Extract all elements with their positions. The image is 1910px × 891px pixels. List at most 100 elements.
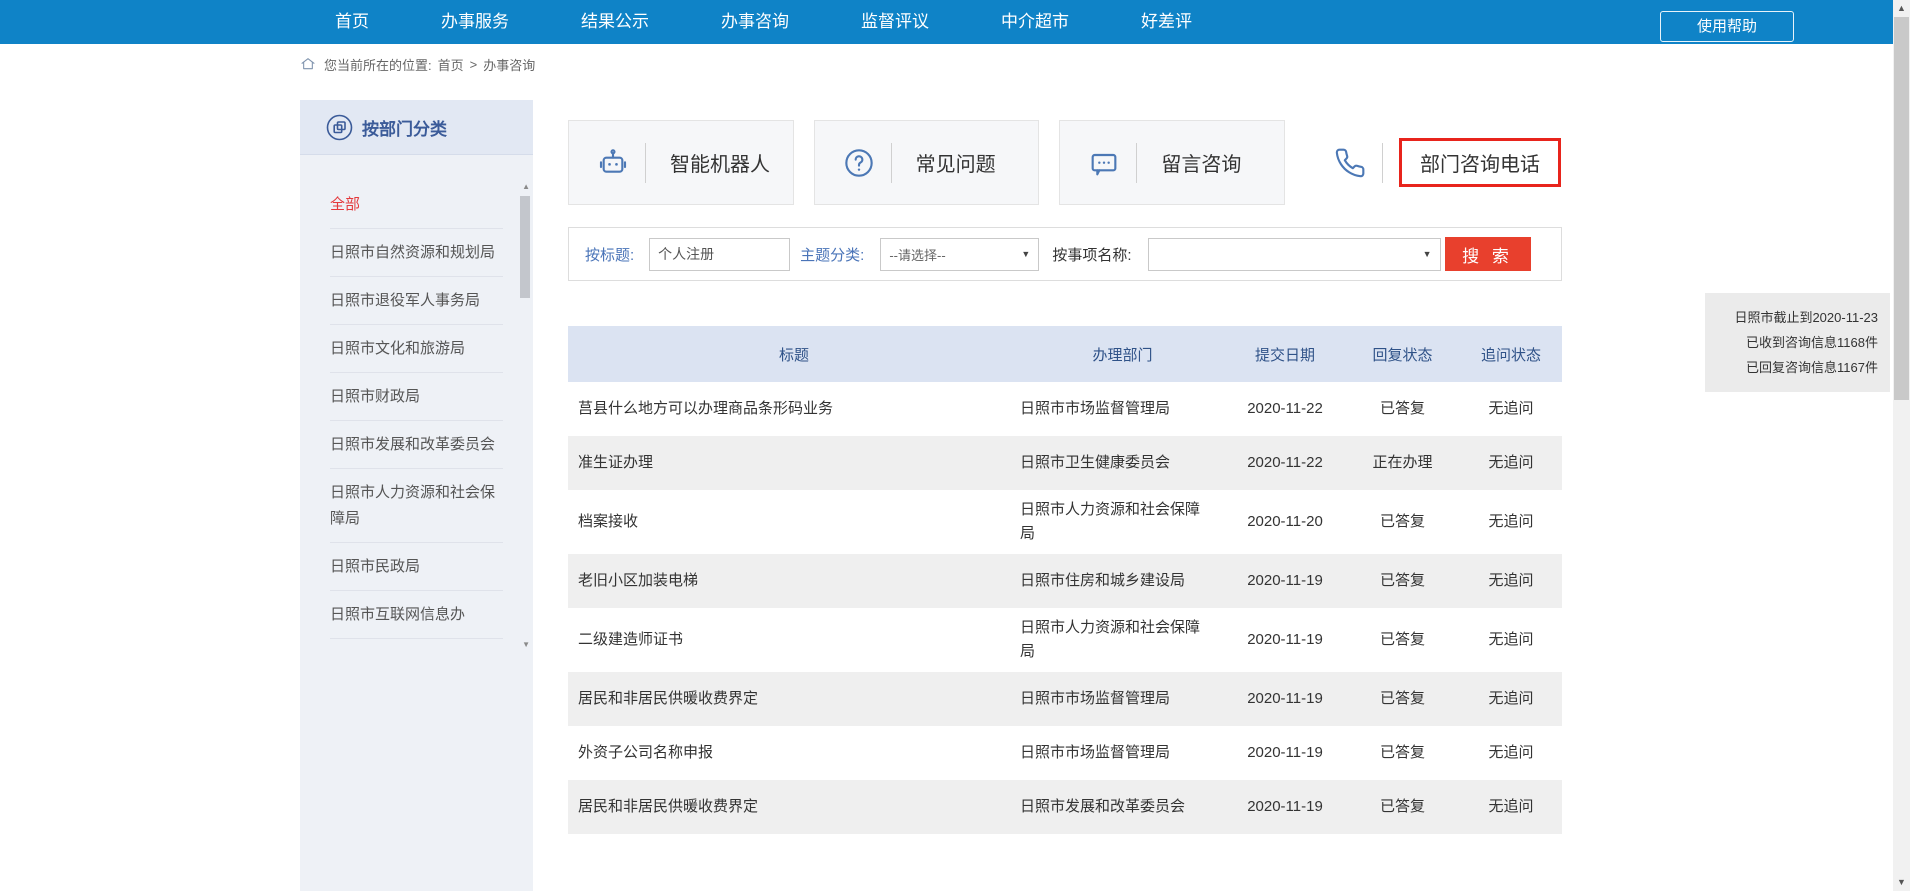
row-followup-status: 无追问 bbox=[1460, 554, 1562, 608]
sidebar-header: 按部门分类 bbox=[300, 100, 533, 155]
scroll-up-icon[interactable]: ▲ bbox=[1893, 0, 1910, 17]
search-button[interactable]: 搜 索 bbox=[1445, 237, 1531, 271]
table-header-row: 标题办理部门提交日期回复状态追问状态 bbox=[568, 326, 1562, 382]
tab-leave-message[interactable]: 留言咨询 bbox=[1059, 120, 1285, 205]
row-date: 2020-11-19 bbox=[1225, 780, 1345, 834]
stats-line: 已收到咨询信息1168件 bbox=[1717, 330, 1878, 355]
row-reply-status: 已答复 bbox=[1345, 554, 1460, 608]
nav-item-6[interactable]: 好差评 bbox=[1141, 0, 1192, 44]
row-title[interactable]: 外资子公司名称申报 bbox=[568, 726, 1020, 780]
message-icon bbox=[1088, 147, 1120, 179]
row-reply-status: 正在办理 bbox=[1345, 436, 1460, 490]
table-row[interactable]: 档案接收日照市人力资源和社会保障局2020-11-20已答复无追问 bbox=[568, 490, 1562, 554]
sidebar-item-6[interactable]: 日照市人力资源和社会保障局 bbox=[330, 469, 503, 543]
tab-faq[interactable]: 常见问题 bbox=[814, 120, 1040, 205]
nav-item-2[interactable]: 结果公示 bbox=[581, 0, 649, 44]
row-title[interactable]: 居民和非居民供暖收费界定 bbox=[568, 672, 1020, 726]
page-scrollbar[interactable]: ▲ ▼ bbox=[1893, 0, 1910, 891]
row-reply-status: 已答复 bbox=[1345, 726, 1460, 780]
row-department: 日照市发展和改革委员会 bbox=[1020, 780, 1225, 834]
row-department: 日照市人力资源和社会保障局 bbox=[1020, 608, 1225, 672]
nav-item-1[interactable]: 办事服务 bbox=[441, 0, 509, 44]
row-title[interactable]: 莒县什么地方可以办理商品条形码业务 bbox=[568, 382, 1020, 436]
row-department: 日照市卫生健康委员会 bbox=[1020, 436, 1225, 490]
sidebar-department-list: 全部日照市自然资源和规划局日照市退役军人事务局日照市文化和旅游局日照市财政局日照… bbox=[300, 155, 533, 660]
row-followup-status: 无追问 bbox=[1460, 436, 1562, 490]
sidebar-item-0[interactable]: 全部 bbox=[330, 181, 503, 229]
scroll-down-icon[interactable]: ▼ bbox=[1893, 874, 1910, 891]
help-button[interactable]: 使用帮助 bbox=[1660, 11, 1794, 42]
breadcrumb-home[interactable]: 首页 bbox=[438, 55, 464, 74]
row-title[interactable]: 居民和非居民供暖收费界定 bbox=[568, 780, 1020, 834]
breadcrumb-current[interactable]: 办事咨询 bbox=[483, 55, 535, 74]
table-row[interactable]: 莒县什么地方可以办理商品条形码业务日照市市场监督管理局2020-11-22已答复… bbox=[568, 382, 1562, 436]
tab-smart-robot[interactable]: 智能机器人 bbox=[568, 120, 794, 205]
table-row[interactable]: 准生证办理日照市卫生健康委员会2020-11-22正在办理无追问 bbox=[568, 436, 1562, 490]
row-reply-status: 已答复 bbox=[1345, 490, 1460, 554]
consult-tab-row: 智能机器人 常见问题 留言咨询 bbox=[568, 120, 1562, 205]
row-date: 2020-11-19 bbox=[1225, 608, 1345, 672]
robot-icon bbox=[597, 147, 629, 179]
breadcrumb: 您当前所在的位置: 首页 > 办事咨询 bbox=[300, 44, 535, 84]
item-select[interactable]: ▼ bbox=[1148, 238, 1441, 271]
sidebar-scroll-down-icon[interactable]: ▼ bbox=[522, 640, 530, 649]
row-reply-status: 已答复 bbox=[1345, 780, 1460, 834]
table-row[interactable]: 居民和非居民供暖收费界定日照市市场监督管理局2020-11-19已答复无追问 bbox=[568, 672, 1562, 726]
tab-label: 智能机器人 bbox=[670, 148, 770, 177]
row-title[interactable]: 档案接收 bbox=[568, 490, 1020, 554]
column-header: 追问状态 bbox=[1460, 326, 1562, 382]
topic-select[interactable]: --请选择-- ▼ bbox=[880, 238, 1039, 271]
row-department: 日照市人力资源和社会保障局 bbox=[1020, 490, 1225, 554]
consultation-table: 标题办理部门提交日期回复状态追问状态 莒县什么地方可以办理商品条形码业务日照市市… bbox=[568, 326, 1562, 834]
sidebar-scroll-up-icon[interactable]: ▲ bbox=[522, 182, 530, 191]
divider bbox=[1382, 143, 1383, 183]
row-title[interactable]: 老旧小区加装电梯 bbox=[568, 554, 1020, 608]
tab-label: 常见问题 bbox=[916, 148, 996, 177]
nav-list: 首页 办事服务 结果公示 办事咨询 监督评议 中介超市 好差评 bbox=[335, 0, 1192, 44]
tab-department-phone[interactable]: 部门咨询电话 bbox=[1305, 120, 1562, 205]
home-icon bbox=[300, 56, 316, 72]
divider bbox=[1136, 143, 1137, 183]
tab-label: 留言咨询 bbox=[1161, 148, 1241, 177]
row-followup-status: 无追问 bbox=[1460, 780, 1562, 834]
row-title[interactable]: 准生证办理 bbox=[568, 436, 1020, 490]
row-department: 日照市市场监督管理局 bbox=[1020, 672, 1225, 726]
page-scrollbar-thumb[interactable] bbox=[1894, 17, 1909, 400]
title-filter-input[interactable] bbox=[649, 238, 790, 271]
row-department: 日照市市场监督管理局 bbox=[1020, 726, 1225, 780]
row-followup-status: 无追问 bbox=[1460, 490, 1562, 554]
sidebar-scrollbar-thumb[interactable] bbox=[520, 196, 530, 298]
row-date: 2020-11-20 bbox=[1225, 490, 1345, 554]
chevron-down-icon: ▼ bbox=[1021, 249, 1030, 259]
sidebar-item-2[interactable]: 日照市退役军人事务局 bbox=[330, 277, 503, 325]
search-bar: 按标题: 主题分类: --请选择-- ▼ 按事项名称: ▼ 搜 索 bbox=[568, 227, 1562, 281]
table-row[interactable]: 二级建造师证书日照市人力资源和社会保障局2020-11-19已答复无追问 bbox=[568, 608, 1562, 672]
sidebar-item-4[interactable]: 日照市财政局 bbox=[330, 373, 503, 421]
page: 首页办事服务结果公示办事咨询监督评议中介超市好差评 使用帮助 您当前所在的位置:… bbox=[0, 0, 1910, 891]
nav-item-5[interactable]: 中介超市 bbox=[1001, 0, 1069, 44]
breadcrumb-prefix: 您当前所在的位置: bbox=[324, 55, 432, 74]
row-title[interactable]: 二级建造师证书 bbox=[568, 608, 1020, 672]
sidebar-item-5[interactable]: 日照市发展和改革委员会 bbox=[330, 421, 503, 469]
sidebar-item-8[interactable]: 日照市互联网信息办 bbox=[330, 591, 503, 639]
nav-item-3[interactable]: 办事咨询 bbox=[721, 0, 789, 44]
nav-item-0[interactable]: 首页 bbox=[335, 0, 369, 44]
top-nav-bar: 首页 办事服务 结果公示 办事咨询 监督评议 中介超市 好差评 使用帮助 bbox=[0, 0, 1893, 44]
row-reply-status: 已答复 bbox=[1345, 382, 1460, 436]
nav-item-4[interactable]: 监督评议 bbox=[861, 0, 929, 44]
divider bbox=[891, 143, 892, 183]
table-row[interactable]: 居民和非居民供暖收费界定日照市发展和改革委员会2020-11-19已答复无追问 bbox=[568, 780, 1562, 834]
category-icon bbox=[326, 114, 353, 141]
sidebar-item-1[interactable]: 日照市自然资源和规划局 bbox=[330, 229, 503, 277]
title-filter-label: 按标题: bbox=[585, 244, 634, 265]
sidebar-item-3[interactable]: 日照市文化和旅游局 bbox=[330, 325, 503, 373]
sidebar-item-7[interactable]: 日照市民政局 bbox=[330, 543, 503, 591]
phone-icon bbox=[1334, 147, 1366, 179]
table-row[interactable]: 老旧小区加装电梯日照市住房和城乡建设局2020-11-19已答复无追问 bbox=[568, 554, 1562, 608]
row-date: 2020-11-19 bbox=[1225, 672, 1345, 726]
row-date: 2020-11-22 bbox=[1225, 382, 1345, 436]
row-date: 2020-11-22 bbox=[1225, 436, 1345, 490]
row-date: 2020-11-19 bbox=[1225, 554, 1345, 608]
table-row[interactable]: 外资子公司名称申报日照市市场监督管理局2020-11-19已答复无追问 bbox=[568, 726, 1562, 780]
topic-select-value: --请选择-- bbox=[889, 245, 945, 264]
